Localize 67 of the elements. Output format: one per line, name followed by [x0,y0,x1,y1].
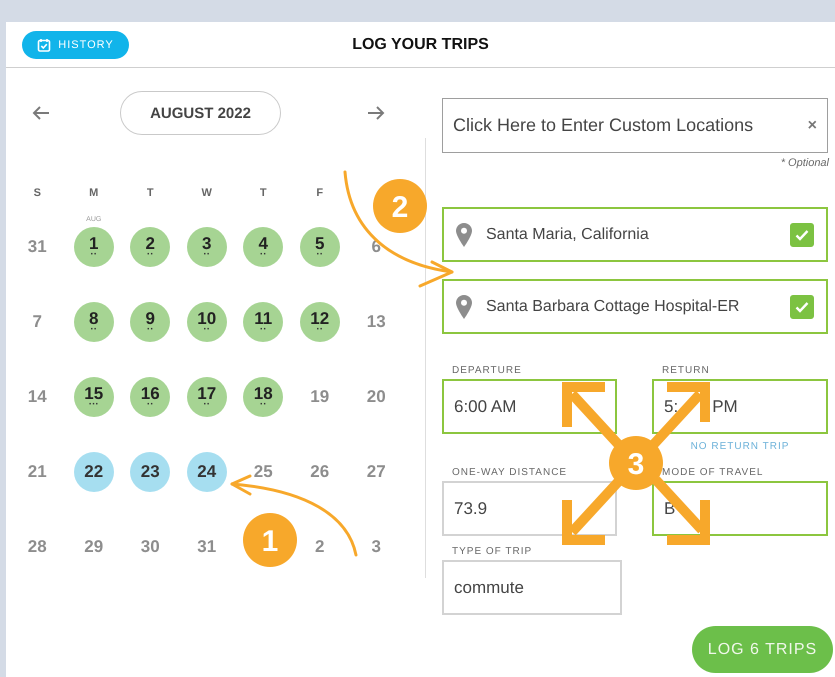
month-selector[interactable]: AUGUST 2022 [120,91,281,135]
trip-dots: ·· [203,327,210,333]
trip-dots: ·· [260,252,267,258]
checkmark-icon [795,228,809,240]
location-name: Santa Barbara Cottage Hospital-ER [486,298,740,316]
checkbox[interactable] [790,294,814,318]
trip-dots: ·· [90,252,98,258]
calendar-day[interactable]: 11 ·· [243,302,284,342]
input-field[interactable]: 6:00 AM [442,379,617,434]
trip-dots: ·· [146,252,154,258]
calendar-day[interactable]: 2 ·· [130,226,170,266]
previous-month-arrow-icon[interactable] [32,106,50,120]
calendar-day[interactable]: 22 [74,452,114,492]
calendar-day[interactable]: 4 ·· [243,226,284,266]
checkbox[interactable] [790,222,814,246]
step-badge: 1 [243,513,297,567]
weekday-label: W [202,187,212,199]
weekday-label: M [89,187,98,199]
calendar-day[interactable]: 16 ·· [130,376,170,416]
calendar-day[interactable]: 5 ·· [300,226,340,266]
trip-dots: ·· [146,402,154,408]
field-label: RETURN [662,365,711,376]
field-label: DEPARTURE [452,365,523,376]
trip-dots: ··· [88,402,99,408]
calendar-day[interactable]: 23 [130,452,170,492]
trip-dots: ·· [260,327,267,333]
optional-note: * Optional [780,157,829,169]
location-name: Santa Maria, California [486,226,650,244]
trip-dots: ·· [316,327,324,333]
calendar-day[interactable]: 9 ·· [130,302,170,342]
input-field[interactable]: 73.9 [442,481,617,536]
calendar-day[interactable]: 17 ·· [186,376,227,416]
checkmark-icon [795,300,809,312]
calendar-day[interactable]: 15 ··· [74,376,114,416]
trip-dots: ·· [203,402,210,408]
field-label: ONE-WAY DISTANCE [452,467,568,478]
weekday-label: T [146,187,154,199]
weekday-label: F [316,187,324,199]
clear-button[interactable]: × [808,116,817,134]
calendar-day[interactable]: 24 [186,452,227,492]
calendar-day[interactable]: 10 ·· [186,302,227,342]
trip-dots: ·· [316,252,324,258]
trip-dots: ·· [203,252,210,258]
step-badge: 2 [373,179,427,233]
step-badge: 3 [609,436,663,490]
input-field[interactable]: commute [442,560,622,615]
field-label: MODE OF TRAVEL [662,467,764,478]
calendar-day[interactable]: 8 ·· [74,302,114,342]
map-pin-icon [456,294,472,318]
trip-dots: ·· [90,327,98,333]
map-pin-icon [456,222,472,246]
calendar-day[interactable]: 18 ·· [243,376,284,416]
calendar-check-icon [37,38,52,52]
calendar-day[interactable]: 12 ·· [300,302,340,342]
calendar-day[interactable]: 3 ·· [186,226,227,266]
trip-dots: ·· [146,327,154,333]
weekday-label: T [260,187,267,199]
next-month-arrow-icon[interactable] [367,106,385,120]
calendar-day[interactable]: 1 ·· [74,226,114,266]
field-label: TYPE OF TRIP [452,546,534,557]
location-row[interactable]: Santa Barbara Cottage Hospital-ER [442,279,828,334]
weekday-label: S [34,187,41,199]
page-title: LOG YOUR TRIPS [352,36,489,54]
trip-dots: ·· [260,402,267,408]
location-row[interactable]: Santa Maria, California [442,207,828,262]
location-field[interactable]: Click Here to Enter Custom Locations × [442,98,828,153]
input-field[interactable]: 5: PM [652,379,828,434]
